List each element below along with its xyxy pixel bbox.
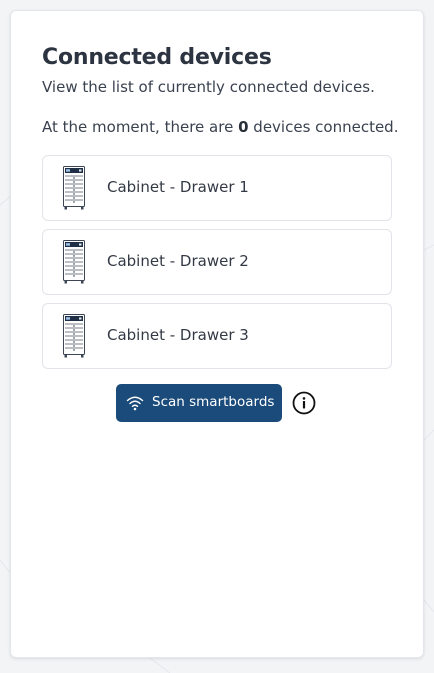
info-icon[interactable]	[292, 391, 316, 415]
page-subtitle: View the list of currently connected dev…	[42, 78, 375, 96]
scan-smartboards-button[interactable]: Scan smartboards	[116, 384, 282, 422]
device-item-drawer-1[interactable]: Cabinet - Drawer 1	[42, 155, 392, 221]
cabinet-icon	[63, 240, 85, 284]
device-item-drawer-2[interactable]: Cabinet - Drawer 2	[42, 229, 392, 295]
device-label: Cabinet - Drawer 1	[107, 178, 249, 196]
connected-devices-card: Connected devices View the list of curre…	[10, 10, 424, 658]
device-count: 0	[238, 118, 249, 136]
device-count-status: At the moment, there are 0 devices conne…	[42, 118, 398, 136]
cabinet-icon	[63, 314, 85, 358]
device-label: Cabinet - Drawer 3	[107, 326, 249, 344]
scan-button-label: Scan smartboards	[152, 394, 275, 410]
page-title: Connected devices	[42, 45, 272, 70]
cabinet-icon	[63, 166, 85, 210]
status-prefix: At the moment, there are	[42, 118, 234, 136]
device-label: Cabinet - Drawer 2	[107, 252, 249, 270]
status-suffix: devices connected.	[253, 118, 399, 136]
wifi-icon	[126, 396, 144, 411]
device-item-drawer-3[interactable]: Cabinet - Drawer 3	[42, 303, 392, 369]
